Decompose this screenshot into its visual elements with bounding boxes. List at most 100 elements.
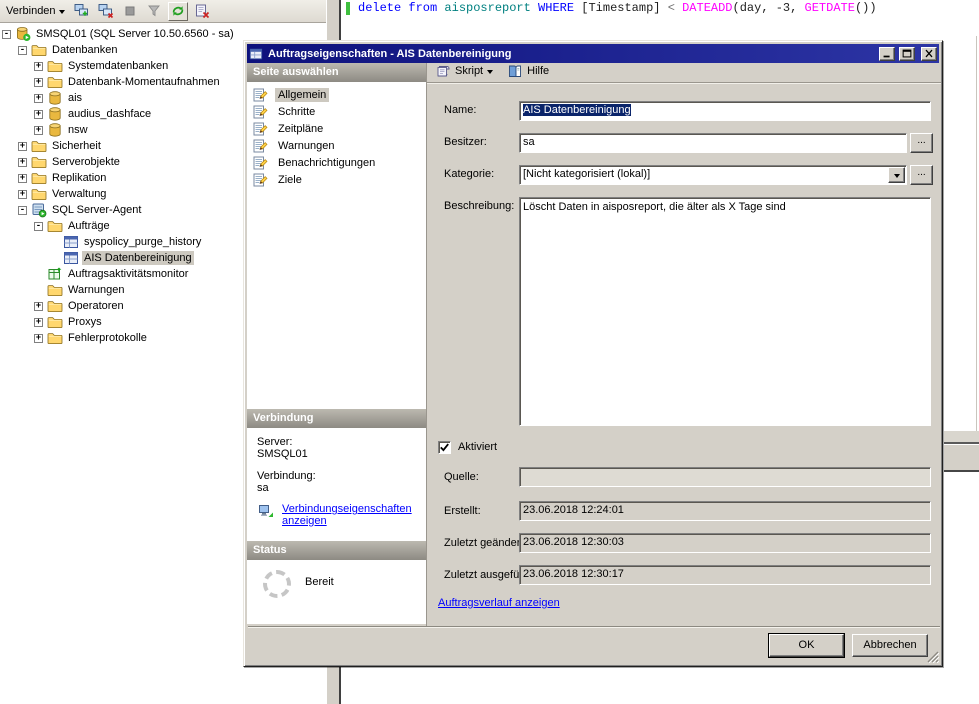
maximize-icon bbox=[901, 48, 913, 59]
editor-splitter-bar[interactable] bbox=[944, 431, 979, 444]
tree-item-label: Datenbank-Momentaufnahmen bbox=[66, 75, 222, 89]
page-list: Allgemein Schritte Zeitpläne Warnungen B… bbox=[247, 82, 426, 409]
sql-function: DATEADD bbox=[682, 1, 732, 15]
description-textarea[interactable]: Löscht Daten in aisposreport, die älter … bbox=[519, 197, 931, 426]
sql-keyword: WHERE bbox=[538, 1, 574, 15]
editor-scrollbar-strip[interactable] bbox=[944, 445, 979, 472]
sql-identifier: [Timestamp] bbox=[574, 1, 668, 15]
tree-expander[interactable]: + bbox=[34, 78, 43, 87]
tree-expander[interactable]: + bbox=[34, 302, 43, 311]
checkmark-icon bbox=[439, 442, 450, 453]
pages-header: Seite auswählen bbox=[247, 63, 426, 82]
job-icon bbox=[63, 250, 79, 266]
status-text: Bereit bbox=[305, 576, 334, 588]
page-item-warnungen[interactable]: Warnungen bbox=[247, 137, 426, 154]
tree-expander[interactable]: + bbox=[18, 142, 27, 151]
tree-expander[interactable]: + bbox=[34, 94, 43, 103]
tree-item-label: Fehlerprotokolle bbox=[66, 331, 149, 345]
tree-expander[interactable]: - bbox=[18, 206, 27, 215]
tree-expander[interactable]: + bbox=[18, 158, 27, 167]
page-item-schritte[interactable]: Schritte bbox=[247, 103, 426, 120]
folder-icon bbox=[47, 282, 63, 298]
cancel-button[interactable]: Abbrechen bbox=[852, 634, 928, 657]
status-header: Status bbox=[247, 541, 426, 560]
stop-button bbox=[120, 2, 140, 21]
status-box: Bereit bbox=[247, 560, 426, 624]
tree-expander[interactable]: + bbox=[18, 190, 27, 199]
help-button[interactable]: Hilfe bbox=[527, 65, 549, 77]
page-item-benachrichtigungen[interactable]: Benachrichtigungen bbox=[247, 154, 426, 171]
name-value-selected: AIS Datenbereinigung bbox=[523, 104, 631, 116]
connect-server-button[interactable] bbox=[72, 2, 92, 21]
tree-item-label: Warnungen bbox=[66, 283, 126, 297]
connection-box: Server: SMSQL01 Verbindung: sa Verbindun… bbox=[247, 428, 426, 541]
tree-item-label: Verwaltung bbox=[50, 187, 108, 201]
tree-expander[interactable]: + bbox=[34, 334, 43, 343]
close-button[interactable] bbox=[921, 47, 937, 61]
folder-icon bbox=[47, 74, 63, 90]
minimize-button[interactable] bbox=[879, 47, 895, 61]
tree-expander[interactable]: - bbox=[34, 222, 43, 231]
refresh-button[interactable] bbox=[168, 2, 188, 21]
dialog-title: Auftragseigenschaften - AIS Datenbereini… bbox=[268, 48, 875, 60]
connection-properties-link[interactable]: Verbindungseigenschaften anzeigen bbox=[282, 503, 410, 527]
name-input[interactable]: AIS Datenbereinigung bbox=[519, 101, 931, 121]
page-item-zeitplaene[interactable]: Zeitpläne bbox=[247, 120, 426, 137]
sql-table-name: aisposreport bbox=[444, 1, 530, 15]
folder-icon bbox=[31, 138, 47, 154]
tree-expander[interactable]: + bbox=[34, 110, 43, 119]
script-button[interactable]: Skript bbox=[455, 65, 483, 77]
delete-script-button[interactable] bbox=[192, 2, 212, 21]
sql-server-agent-icon bbox=[31, 202, 47, 218]
tree-expander[interactable]: + bbox=[34, 318, 43, 327]
delete-script-icon bbox=[194, 3, 210, 19]
disconnect-server-button[interactable] bbox=[96, 2, 116, 21]
created-label: Erstellt: bbox=[444, 505, 481, 517]
category-dropdown[interactable]: [Nicht kategorisiert (lokal)] bbox=[519, 165, 907, 185]
tree-item-label: Aufträge bbox=[66, 219, 112, 233]
database-icon bbox=[47, 106, 63, 122]
server-label: Server: bbox=[257, 436, 416, 448]
panel-divider bbox=[426, 63, 427, 626]
tree-expander[interactable]: + bbox=[18, 174, 27, 183]
tree-item-label: Proxys bbox=[66, 315, 104, 329]
folder-icon bbox=[31, 170, 47, 186]
button-separator bbox=[248, 626, 940, 628]
job-history-link[interactable]: Auftragsverlauf anzeigen bbox=[438, 597, 560, 609]
help-icon bbox=[507, 63, 523, 79]
created-field: 23.06.2018 12:24:01 bbox=[519, 501, 931, 521]
page-item-ziele[interactable]: Ziele bbox=[247, 171, 426, 188]
disconnect-server-icon bbox=[98, 3, 114, 19]
owner-browse-button[interactable]: ... bbox=[910, 133, 933, 153]
page-item-allgemein[interactable]: Allgemein bbox=[247, 86, 426, 103]
category-browse-button[interactable]: ... bbox=[910, 165, 933, 185]
tree-expander[interactable]: - bbox=[18, 46, 27, 55]
maximize-button[interactable] bbox=[899, 47, 915, 61]
tree-item-label-selected: AIS Datenbereinigung bbox=[82, 251, 194, 265]
tree-expander[interactable]: + bbox=[34, 62, 43, 71]
tree-item-label: nsw bbox=[66, 123, 90, 137]
ok-button[interactable]: OK bbox=[769, 634, 844, 657]
resize-grip[interactable] bbox=[925, 649, 939, 663]
folder-icon bbox=[47, 298, 63, 314]
script-icon bbox=[435, 63, 451, 79]
source-field bbox=[519, 467, 931, 487]
dropdown-button[interactable] bbox=[888, 167, 905, 183]
tree-item-label: syspolicy_purge_history bbox=[82, 235, 203, 249]
filter-button[interactable] bbox=[144, 2, 164, 21]
tree-item-label: Replikation bbox=[50, 171, 108, 185]
connection-properties-icon bbox=[257, 503, 275, 519]
page-icon bbox=[252, 155, 268, 171]
enabled-checkbox[interactable] bbox=[438, 441, 451, 454]
tree-expander[interactable]: - bbox=[2, 30, 11, 39]
page-icon bbox=[252, 87, 268, 103]
modified-field: 23.06.2018 12:30:03 bbox=[519, 533, 931, 553]
connect-menu-button[interactable]: Verbinden bbox=[3, 3, 68, 19]
owner-input[interactable]: sa bbox=[519, 133, 907, 153]
page-icon bbox=[252, 138, 268, 154]
tree-expander[interactable]: + bbox=[34, 126, 43, 135]
name-label: Name: bbox=[444, 104, 476, 116]
filter-icon bbox=[146, 3, 162, 19]
chevron-down-icon[interactable] bbox=[487, 70, 493, 77]
folder-icon bbox=[47, 58, 63, 74]
